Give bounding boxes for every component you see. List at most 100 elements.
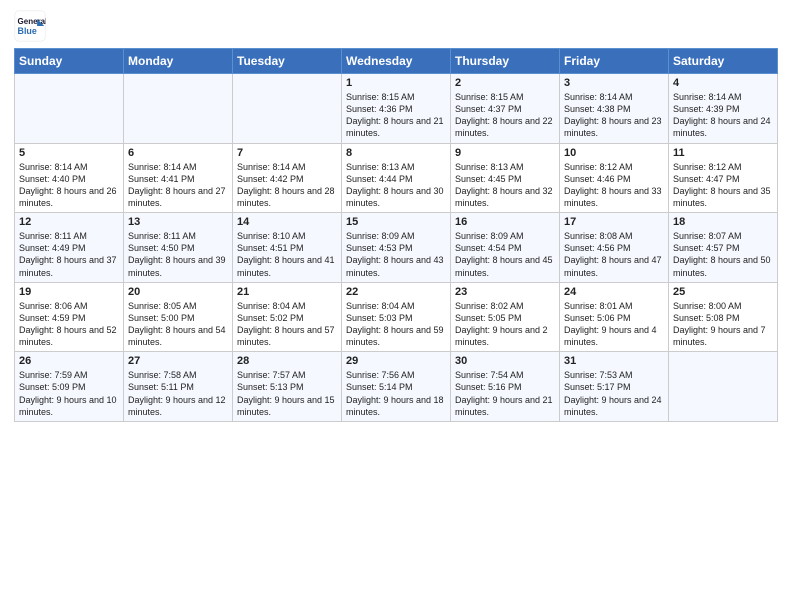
day-info: Sunrise: 8:13 AM Sunset: 4:45 PM Dayligh… — [455, 161, 555, 210]
calendar-cell: 21 Sunrise: 8:04 AM Sunset: 5:02 PM Dayli… — [233, 282, 342, 352]
header: General Blue — [14, 10, 778, 42]
day-number: 3 — [564, 77, 664, 89]
day-number: 6 — [128, 147, 228, 159]
calendar-cell: 22 Sunrise: 8:04 AM Sunset: 5:03 PM Dayli… — [342, 282, 451, 352]
page: General Blue SundayMondayTuesdayWednesda… — [0, 0, 792, 612]
day-info: Sunrise: 8:12 AM Sunset: 4:46 PM Dayligh… — [564, 161, 664, 210]
calendar-cell — [233, 74, 342, 144]
calendar-cell: 26 Sunrise: 7:59 AM Sunset: 5:09 PM Dayli… — [15, 352, 124, 422]
day-info: Sunrise: 8:00 AM Sunset: 5:08 PM Dayligh… — [673, 300, 773, 349]
week-row-4: 19 Sunrise: 8:06 AM Sunset: 4:59 PM Dayli… — [15, 282, 778, 352]
day-number: 8 — [346, 147, 446, 159]
day-number: 13 — [128, 216, 228, 228]
calendar-cell: 23 Sunrise: 8:02 AM Sunset: 5:05 PM Dayli… — [451, 282, 560, 352]
calendar-cell: 6 Sunrise: 8:14 AM Sunset: 4:41 PM Daylig… — [124, 143, 233, 213]
day-info: Sunrise: 7:56 AM Sunset: 5:14 PM Dayligh… — [346, 369, 446, 418]
calendar-cell: 24 Sunrise: 8:01 AM Sunset: 5:06 PM Dayli… — [560, 282, 669, 352]
logo: General Blue — [14, 10, 46, 42]
day-info: Sunrise: 8:04 AM Sunset: 5:02 PM Dayligh… — [237, 300, 337, 349]
day-number: 2 — [455, 77, 555, 89]
day-number: 18 — [673, 216, 773, 228]
day-number: 26 — [19, 355, 119, 367]
day-info: Sunrise: 7:59 AM Sunset: 5:09 PM Dayligh… — [19, 369, 119, 418]
weekday-header-sunday: Sunday — [15, 49, 124, 74]
calendar-cell — [669, 352, 778, 422]
day-info: Sunrise: 8:12 AM Sunset: 4:47 PM Dayligh… — [673, 161, 773, 210]
day-info: Sunrise: 8:04 AM Sunset: 5:03 PM Dayligh… — [346, 300, 446, 349]
day-number: 12 — [19, 216, 119, 228]
day-number: 17 — [564, 216, 664, 228]
calendar-cell: 28 Sunrise: 7:57 AM Sunset: 5:13 PM Dayli… — [233, 352, 342, 422]
day-info: Sunrise: 7:54 AM Sunset: 5:16 PM Dayligh… — [455, 369, 555, 418]
week-row-1: 1 Sunrise: 8:15 AM Sunset: 4:36 PM Daylig… — [15, 74, 778, 144]
day-info: Sunrise: 8:08 AM Sunset: 4:56 PM Dayligh… — [564, 230, 664, 279]
calendar-cell: 12 Sunrise: 8:11 AM Sunset: 4:49 PM Dayli… — [15, 213, 124, 283]
day-number: 22 — [346, 286, 446, 298]
day-info: Sunrise: 8:14 AM Sunset: 4:38 PM Dayligh… — [564, 91, 664, 140]
day-info: Sunrise: 8:01 AM Sunset: 5:06 PM Dayligh… — [564, 300, 664, 349]
day-info: Sunrise: 8:11 AM Sunset: 4:49 PM Dayligh… — [19, 230, 119, 279]
day-number: 30 — [455, 355, 555, 367]
calendar-cell: 16 Sunrise: 8:09 AM Sunset: 4:54 PM Dayli… — [451, 213, 560, 283]
week-row-2: 5Sunrise: 8:14 AM Sunset: 4:40 PM Daylig… — [15, 143, 778, 213]
day-info: Sunrise: 7:57 AM Sunset: 5:13 PM Dayligh… — [237, 369, 337, 418]
calendar-cell: 29 Sunrise: 7:56 AM Sunset: 5:14 PM Dayli… — [342, 352, 451, 422]
day-number: 28 — [237, 355, 337, 367]
weekday-header-row: SundayMondayTuesdayWednesdayThursdayFrid… — [15, 49, 778, 74]
day-info: Sunrise: 7:53 AM Sunset: 5:17 PM Dayligh… — [564, 369, 664, 418]
calendar-cell: 3 Sunrise: 8:14 AM Sunset: 4:38 PM Daylig… — [560, 74, 669, 144]
calendar-cell: 4 Sunrise: 8:14 AM Sunset: 4:39 PM Daylig… — [669, 74, 778, 144]
day-number: 9 — [455, 147, 555, 159]
day-number: 16 — [455, 216, 555, 228]
day-info: Sunrise: 8:14 AM Sunset: 4:39 PM Dayligh… — [673, 91, 773, 140]
calendar-cell: 10 Sunrise: 8:12 AM Sunset: 4:46 PM Dayli… — [560, 143, 669, 213]
day-number: 19 — [19, 286, 119, 298]
day-number: 10 — [564, 147, 664, 159]
day-info: Sunrise: 8:09 AM Sunset: 4:54 PM Dayligh… — [455, 230, 555, 279]
calendar-cell: 25 Sunrise: 8:00 AM Sunset: 5:08 PM Dayli… — [669, 282, 778, 352]
day-info: Sunrise: 8:06 AM Sunset: 4:59 PM Dayligh… — [19, 300, 119, 349]
day-number: 4 — [673, 77, 773, 89]
day-info: Sunrise: 8:14 AM Sunset: 4:41 PM Dayligh… — [128, 161, 228, 210]
weekday-header-thursday: Thursday — [451, 49, 560, 74]
day-info: Sunrise: 8:14 AM Sunset: 4:42 PM Dayligh… — [237, 161, 337, 210]
day-info: Sunrise: 8:15 AM Sunset: 4:37 PM Dayligh… — [455, 91, 555, 140]
day-number: 25 — [673, 286, 773, 298]
calendar-cell: 19 Sunrise: 8:06 AM Sunset: 4:59 PM Dayli… — [15, 282, 124, 352]
day-number: 20 — [128, 286, 228, 298]
day-info: Sunrise: 8:09 AM Sunset: 4:53 PM Dayligh… — [346, 230, 446, 279]
week-row-5: 26 Sunrise: 7:59 AM Sunset: 5:09 PM Dayli… — [15, 352, 778, 422]
day-number: 15 — [346, 216, 446, 228]
day-info: Sunrise: 8:02 AM Sunset: 5:05 PM Dayligh… — [455, 300, 555, 349]
day-info: Sunrise: 8:05 AM Sunset: 5:00 PM Dayligh… — [128, 300, 228, 349]
day-number: 23 — [455, 286, 555, 298]
calendar-cell — [15, 74, 124, 144]
day-info: Sunrise: 8:07 AM Sunset: 4:57 PM Dayligh… — [673, 230, 773, 279]
day-number: 14 — [237, 216, 337, 228]
calendar-table: SundayMondayTuesdayWednesdayThursdayFrid… — [14, 48, 778, 422]
calendar-cell: 15 Sunrise: 8:09 AM Sunset: 4:53 PM Dayli… — [342, 213, 451, 283]
calendar-cell: 17 Sunrise: 8:08 AM Sunset: 4:56 PM Dayli… — [560, 213, 669, 283]
calendar-cell: 1 Sunrise: 8:15 AM Sunset: 4:36 PM Daylig… — [342, 74, 451, 144]
day-number: 31 — [564, 355, 664, 367]
calendar-cell: 31 Sunrise: 7:53 AM Sunset: 5:17 PM Dayli… — [560, 352, 669, 422]
day-number: 21 — [237, 286, 337, 298]
day-number: 24 — [564, 286, 664, 298]
day-info: Sunrise: 8:13 AM Sunset: 4:44 PM Dayligh… — [346, 161, 446, 210]
calendar-cell: 7Sunrise: 8:14 AM Sunset: 4:42 PM Daylig… — [233, 143, 342, 213]
week-row-3: 12 Sunrise: 8:11 AM Sunset: 4:49 PM Dayli… — [15, 213, 778, 283]
calendar-cell: 27Sunrise: 7:58 AM Sunset: 5:11 PM Dayli… — [124, 352, 233, 422]
weekday-header-tuesday: Tuesday — [233, 49, 342, 74]
weekday-header-saturday: Saturday — [669, 49, 778, 74]
day-number: 1 — [346, 77, 446, 89]
weekday-header-friday: Friday — [560, 49, 669, 74]
day-number: 11 — [673, 147, 773, 159]
day-info: Sunrise: 8:15 AM Sunset: 4:36 PM Dayligh… — [346, 91, 446, 140]
day-number: 29 — [346, 355, 446, 367]
calendar-cell: 18 Sunrise: 8:07 AM Sunset: 4:57 PM Dayli… — [669, 213, 778, 283]
day-number: 27 — [128, 355, 228, 367]
calendar-cell: 30 Sunrise: 7:54 AM Sunset: 5:16 PM Dayli… — [451, 352, 560, 422]
day-info: Sunrise: 8:10 AM Sunset: 4:51 PM Dayligh… — [237, 230, 337, 279]
calendar-cell — [124, 74, 233, 144]
calendar-cell: 9 Sunrise: 8:13 AM Sunset: 4:45 PM Daylig… — [451, 143, 560, 213]
